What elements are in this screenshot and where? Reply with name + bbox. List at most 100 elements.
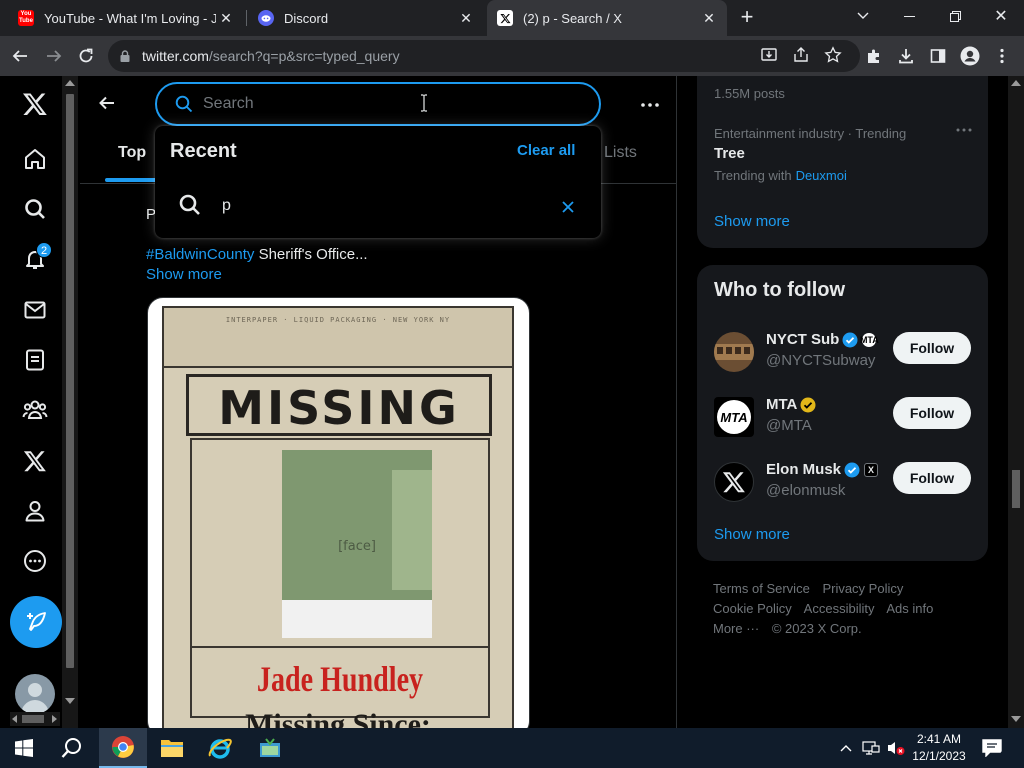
close-tab-icon[interactable]: ✕ [456, 10, 476, 27]
trend-category: Entertainment industry · Trending [714, 126, 907, 141]
volume-muted-icon[interactable] [884, 728, 908, 768]
scrollbar-thumb[interactable] [66, 94, 74, 668]
side-panel-icon[interactable] [924, 42, 952, 70]
scroll-up-arrow[interactable] [1011, 80, 1021, 86]
clock-date: 12/1/2023 [912, 749, 966, 763]
avatar[interactable] [714, 462, 754, 502]
terms-link[interactable]: Terms of Service [713, 581, 810, 596]
scroll-right-arrow[interactable] [52, 715, 57, 723]
back-button[interactable] [6, 42, 34, 70]
browser-tab-strip: You Tube YouTube - What I'm Loving - Jar … [0, 0, 1024, 36]
install-app-icon[interactable] [760, 46, 780, 66]
scrollbar-thumb[interactable] [1012, 470, 1020, 508]
more-icon[interactable] [17, 543, 53, 579]
tab-lists[interactable]: Lists [604, 144, 637, 162]
follow-suggestion[interactable]: MTA MTA @MTA Follow [697, 391, 988, 451]
milk-carton-illustration: INTERPAPER · LIQUID PACKAGING · NEW YORK… [162, 306, 514, 728]
premium-x-icon[interactable] [17, 443, 53, 479]
new-tab-button[interactable]: + [733, 3, 761, 31]
forward-button[interactable] [40, 42, 68, 70]
follow-button[interactable]: Follow [893, 397, 971, 429]
reload-button[interactable] [72, 42, 100, 70]
notifications-center-icon[interactable] [974, 728, 1010, 768]
notification-count-badge: 2 [36, 242, 52, 258]
lock-icon[interactable] [120, 50, 130, 62]
extensions-icon[interactable] [860, 42, 888, 70]
lists-icon[interactable] [17, 342, 53, 378]
minimize-button[interactable] [886, 0, 932, 32]
explore-icon[interactable] [17, 191, 53, 227]
search-settings-more-icon[interactable] [635, 90, 665, 120]
search-box[interactable] [155, 82, 601, 126]
internet-explorer-icon[interactable] [196, 728, 244, 768]
chrome-menu-icon[interactable] [988, 42, 1016, 70]
close-tab-icon[interactable]: ✕ [216, 10, 236, 27]
chrome-taskbar-icon[interactable] [99, 728, 147, 768]
trending-with-link[interactable]: Deuxmoi [796, 168, 847, 183]
follow-button[interactable]: Follow [893, 462, 971, 494]
account-avatar[interactable] [15, 674, 55, 714]
share-icon[interactable] [792, 46, 812, 66]
restore-button[interactable] [932, 0, 978, 32]
follow-suggestion[interactable]: NYCT Sub MTA @NYCTSubway Follow [697, 326, 988, 386]
trending-with-label: Trending with [714, 168, 792, 183]
tab-discord[interactable]: Discord ✕ [248, 0, 484, 36]
scroll-down-arrow[interactable] [1011, 716, 1021, 722]
taskbar-search-icon[interactable] [48, 728, 96, 768]
avatar[interactable]: MTA [714, 397, 754, 437]
scroll-up-arrow[interactable] [65, 80, 75, 86]
show-more-link[interactable]: Show more [146, 266, 222, 283]
post-media-image[interactable]: INTERPAPER · LIQUID PACKAGING · NEW YORK… [147, 297, 530, 728]
bookmark-star-icon[interactable] [824, 46, 844, 66]
close-window-button[interactable]: ✕ [978, 0, 1024, 32]
x-icon [497, 10, 513, 26]
hashtag-link[interactable]: #BaldwinCounty [146, 246, 254, 263]
clear-all-button[interactable]: Clear all [517, 142, 575, 159]
tab-top[interactable]: Top [118, 144, 146, 162]
close-tab-icon[interactable]: ✕ [699, 10, 719, 27]
profile-icon[interactable] [956, 42, 984, 70]
privacy-link[interactable]: Privacy Policy [822, 581, 903, 596]
file-explorer-icon[interactable] [148, 728, 196, 768]
windows-start-icon[interactable] [0, 728, 48, 768]
accessibility-link[interactable]: Accessibility [804, 601, 875, 616]
page-scrollbar[interactable] [1008, 76, 1024, 728]
sidebar-scrollbar[interactable] [62, 76, 78, 728]
profile-icon[interactable] [17, 493, 53, 529]
tab-search-icon[interactable] [840, 0, 886, 32]
back-arrow-icon[interactable] [92, 88, 122, 118]
address-bar[interactable]: twitter.com/search?q=p&src=typed_query [108, 40, 860, 72]
trend-more-icon[interactable] [952, 118, 976, 142]
network-icon[interactable] [858, 728, 884, 768]
scroll-down-arrow[interactable] [65, 698, 75, 704]
trends-show-more-link[interactable]: Show more [714, 213, 790, 230]
system-clock[interactable]: 2:41 AM 12/1/2023 [908, 731, 970, 765]
communities-icon[interactable] [17, 392, 53, 428]
trend-name[interactable]: Tree [714, 145, 745, 162]
tab-youtube[interactable]: You Tube YouTube - What I'm Loving - Jar … [8, 0, 244, 36]
tab-x-search[interactable]: (2) p - Search / X ✕ [487, 0, 727, 36]
avatar[interactable] [714, 332, 754, 372]
app-taskbar-icon[interactable] [246, 728, 294, 768]
remove-search-icon[interactable] [557, 196, 579, 218]
missing-since-label: Missing Since: [245, 708, 431, 728]
downloads-icon[interactable] [892, 42, 920, 70]
sidebar-horizontal-scrollbar[interactable] [10, 712, 60, 726]
x-logo-icon[interactable] [17, 86, 53, 122]
recent-search-item[interactable]: p [155, 180, 601, 232]
who-to-follow-show-more-link[interactable]: Show more [714, 526, 790, 543]
cookie-policy-link[interactable]: Cookie Policy [713, 601, 792, 616]
scrollbar-thumb[interactable] [22, 715, 44, 723]
scroll-left-arrow[interactable] [12, 715, 17, 723]
home-icon[interactable] [17, 141, 53, 177]
affiliate-badge-icon: X [864, 462, 879, 477]
ads-info-link[interactable]: Ads info [886, 601, 933, 616]
active-tab-indicator [105, 178, 161, 182]
search-input[interactable] [203, 95, 563, 113]
show-hidden-icons-chevron[interactable] [834, 728, 858, 768]
follow-suggestion[interactable]: Elon Musk X @elonmusk Follow [697, 456, 988, 516]
compose-post-button[interactable] [10, 596, 62, 648]
follow-button[interactable]: Follow [893, 332, 971, 364]
footer-more-link[interactable]: More ··· [713, 621, 759, 636]
messages-icon[interactable] [17, 292, 53, 328]
